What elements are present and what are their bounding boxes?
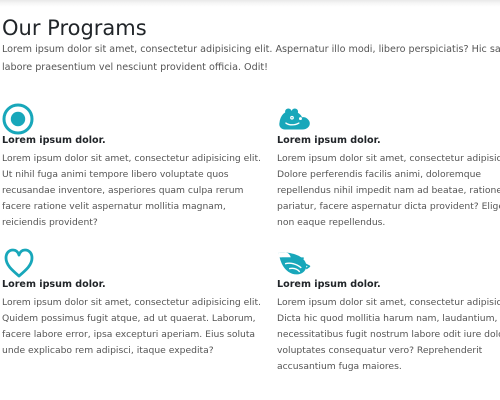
page-title: Our Programs (2, 16, 147, 40)
page-intro: Lorem ipsum dolor sit amet, consectetur … (2, 44, 500, 73)
program-title: Lorem ipsum dolor. (2, 135, 106, 146)
top-shadow (0, 0, 500, 7)
heart-outline-icon (2, 246, 36, 280)
program-description: Lorem ipsum dolor sit amet, consectetur … (277, 153, 500, 228)
program-description: Lorem ipsum dolor sit amet, consectetur … (277, 297, 500, 372)
program-description: Lorem ipsum dolor sit amet, consectetur … (2, 297, 261, 356)
hippo-icon (277, 102, 311, 136)
target-icon (2, 102, 36, 136)
program-title: Lorem ipsum dolor. (277, 135, 381, 146)
programs-page: Our Programs Lorem ipsum dolor sit amet,… (0, 0, 500, 400)
shrimp-icon (277, 246, 311, 280)
program-description: Lorem ipsum dolor sit amet, consectetur … (2, 153, 261, 228)
program-title: Lorem ipsum dolor. (2, 279, 106, 290)
program-title: Lorem ipsum dolor. (277, 279, 381, 290)
